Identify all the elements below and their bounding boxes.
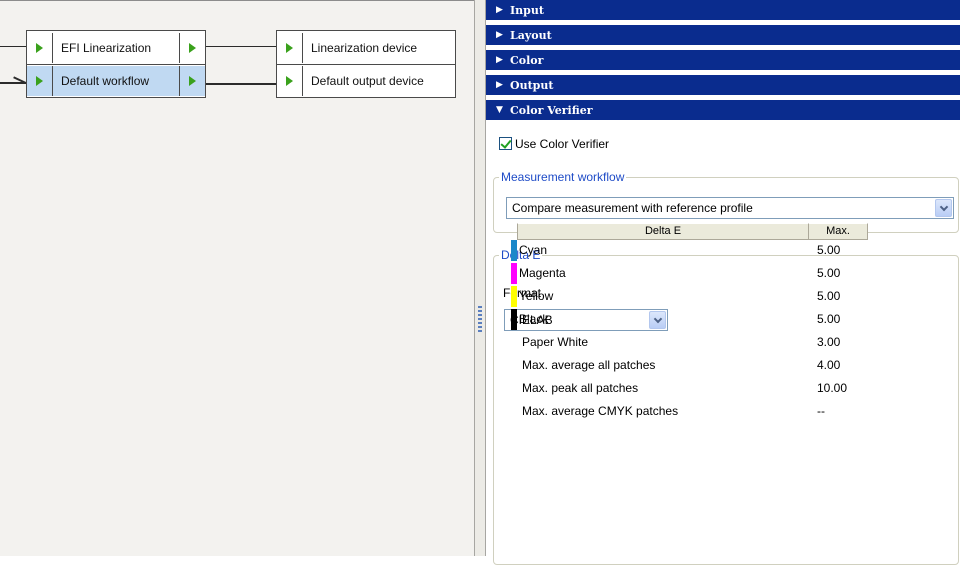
- cyan-swatch: [511, 240, 517, 261]
- collapse-arrow-icon: ▼: [496, 105, 503, 115]
- play-icon: [189, 43, 196, 53]
- table-row[interactable]: Max. peak all patches 10.00: [511, 378, 911, 401]
- section-title: Output: [510, 78, 554, 92]
- measurement-workflow-select[interactable]: Compare measurement with reference profi…: [506, 197, 954, 219]
- node-label: Default output device: [311, 74, 424, 88]
- node-divider: [277, 64, 455, 65]
- expand-arrow-icon: ▶: [496, 30, 503, 40]
- section-title: Layout: [510, 28, 552, 42]
- input-port[interactable]: [27, 66, 53, 96]
- expand-arrow-icon: ▶: [496, 55, 503, 65]
- table-header: Delta E Max.: [511, 223, 911, 240]
- row-max: 4.00: [817, 358, 841, 372]
- use-color-verifier-label[interactable]: Use Color Verifier: [515, 137, 609, 151]
- node-label: EFI Linearization: [61, 41, 152, 55]
- node-row-linearization-device[interactable]: Linearization device: [277, 33, 455, 63]
- row-name: Max. average all patches: [522, 358, 656, 372]
- row-max: --: [817, 404, 825, 418]
- node-label: Default workflow: [61, 74, 150, 88]
- yellow-swatch: [511, 286, 517, 307]
- table-row[interactable]: Yellow 5.00: [511, 286, 911, 309]
- node-row-default-output-device[interactable]: Default output device: [277, 66, 455, 96]
- select-value: Compare measurement with reference profi…: [512, 201, 753, 215]
- section-header-color[interactable]: ▶ Color: [486, 50, 960, 72]
- workflow-canvas[interactable]: EFI Linearization Default workflow Linea…: [0, 0, 474, 556]
- magenta-swatch: [511, 263, 517, 284]
- wire-top-link: [206, 46, 276, 47]
- row-max: 5.00: [817, 312, 841, 326]
- section-header-output[interactable]: ▶ Output: [486, 75, 960, 97]
- section-title: Input: [510, 3, 544, 17]
- wire-bottom-link: [206, 83, 276, 85]
- expand-arrow-icon: ▶: [496, 5, 503, 15]
- expand-arrow-icon: ▶: [496, 80, 503, 90]
- node-row-efi-linearization[interactable]: EFI Linearization: [27, 33, 205, 63]
- input-port[interactable]: [277, 33, 303, 63]
- row-name: Cyan: [519, 243, 548, 257]
- column-header-max[interactable]: Max.: [808, 223, 868, 240]
- row-name: Max. average CMYK patches: [522, 404, 679, 418]
- output-port[interactable]: [179, 66, 205, 96]
- node-label: Linearization device: [311, 41, 418, 55]
- section-header-color-verifier[interactable]: ▼ Color Verifier: [486, 100, 960, 122]
- table-row[interactable]: Magenta 5.00: [511, 263, 911, 286]
- play-icon: [189, 76, 196, 86]
- wire-in-top: [0, 46, 26, 47]
- dropdown-button[interactable]: [935, 199, 952, 217]
- row-max: 5.00: [817, 243, 841, 257]
- section-title: Color Verifier: [510, 103, 593, 117]
- chevron-down-icon: [939, 202, 948, 211]
- row-name: Yellow: [519, 289, 554, 303]
- splitter-grip[interactable]: [478, 306, 482, 332]
- row-max: 10.00: [817, 381, 848, 395]
- table-row[interactable]: Black 5.00: [511, 309, 911, 332]
- section-header-layout[interactable]: ▶ Layout: [486, 25, 960, 47]
- device-node-right[interactable]: Linearization device Default output devi…: [276, 30, 456, 98]
- row-name: Max. peak all patches: [522, 381, 639, 395]
- row-max: 3.00: [817, 335, 841, 349]
- row-max: 5.00: [817, 266, 841, 280]
- section-header-input[interactable]: ▶ Input: [486, 0, 960, 22]
- measurement-workflow-title: Measurement workflow: [499, 170, 627, 184]
- row-name: Magenta: [519, 266, 566, 280]
- table-row[interactable]: Paper White 3.00: [511, 332, 911, 355]
- delta-e-table: Delta E Max. Cyan 5.00 Magenta 5.00 Yell…: [511, 223, 911, 424]
- properties-panel: ▶ Input ▶ Layout ▶ Color ▶ Output ▼ Colo…: [486, 0, 960, 565]
- output-port[interactable]: [179, 33, 205, 63]
- black-swatch: [511, 309, 517, 330]
- row-name: Paper White: [522, 335, 589, 349]
- row-name: Black: [519, 312, 549, 326]
- play-icon: [36, 76, 43, 86]
- table-row[interactable]: Max. average all patches 4.00: [511, 355, 911, 378]
- column-header-delta-e[interactable]: Delta E: [517, 223, 809, 240]
- node-divider: [27, 64, 205, 65]
- table-row[interactable]: Max. average CMYK patches --: [511, 401, 911, 424]
- section-title: Color: [510, 53, 544, 67]
- input-port[interactable]: [277, 66, 303, 96]
- input-port[interactable]: [27, 33, 53, 63]
- play-icon: [286, 43, 293, 53]
- workflow-node-left[interactable]: EFI Linearization Default workflow: [26, 30, 206, 98]
- canvas-border: [0, 0, 474, 1]
- panel-splitter[interactable]: [474, 0, 486, 556]
- table-row[interactable]: Cyan 5.00: [511, 240, 911, 263]
- node-row-default-workflow[interactable]: Default workflow: [27, 66, 205, 96]
- use-color-verifier-checkbox[interactable]: [499, 137, 512, 150]
- row-max: 5.00: [817, 289, 841, 303]
- play-icon: [286, 76, 293, 86]
- play-icon: [36, 43, 43, 53]
